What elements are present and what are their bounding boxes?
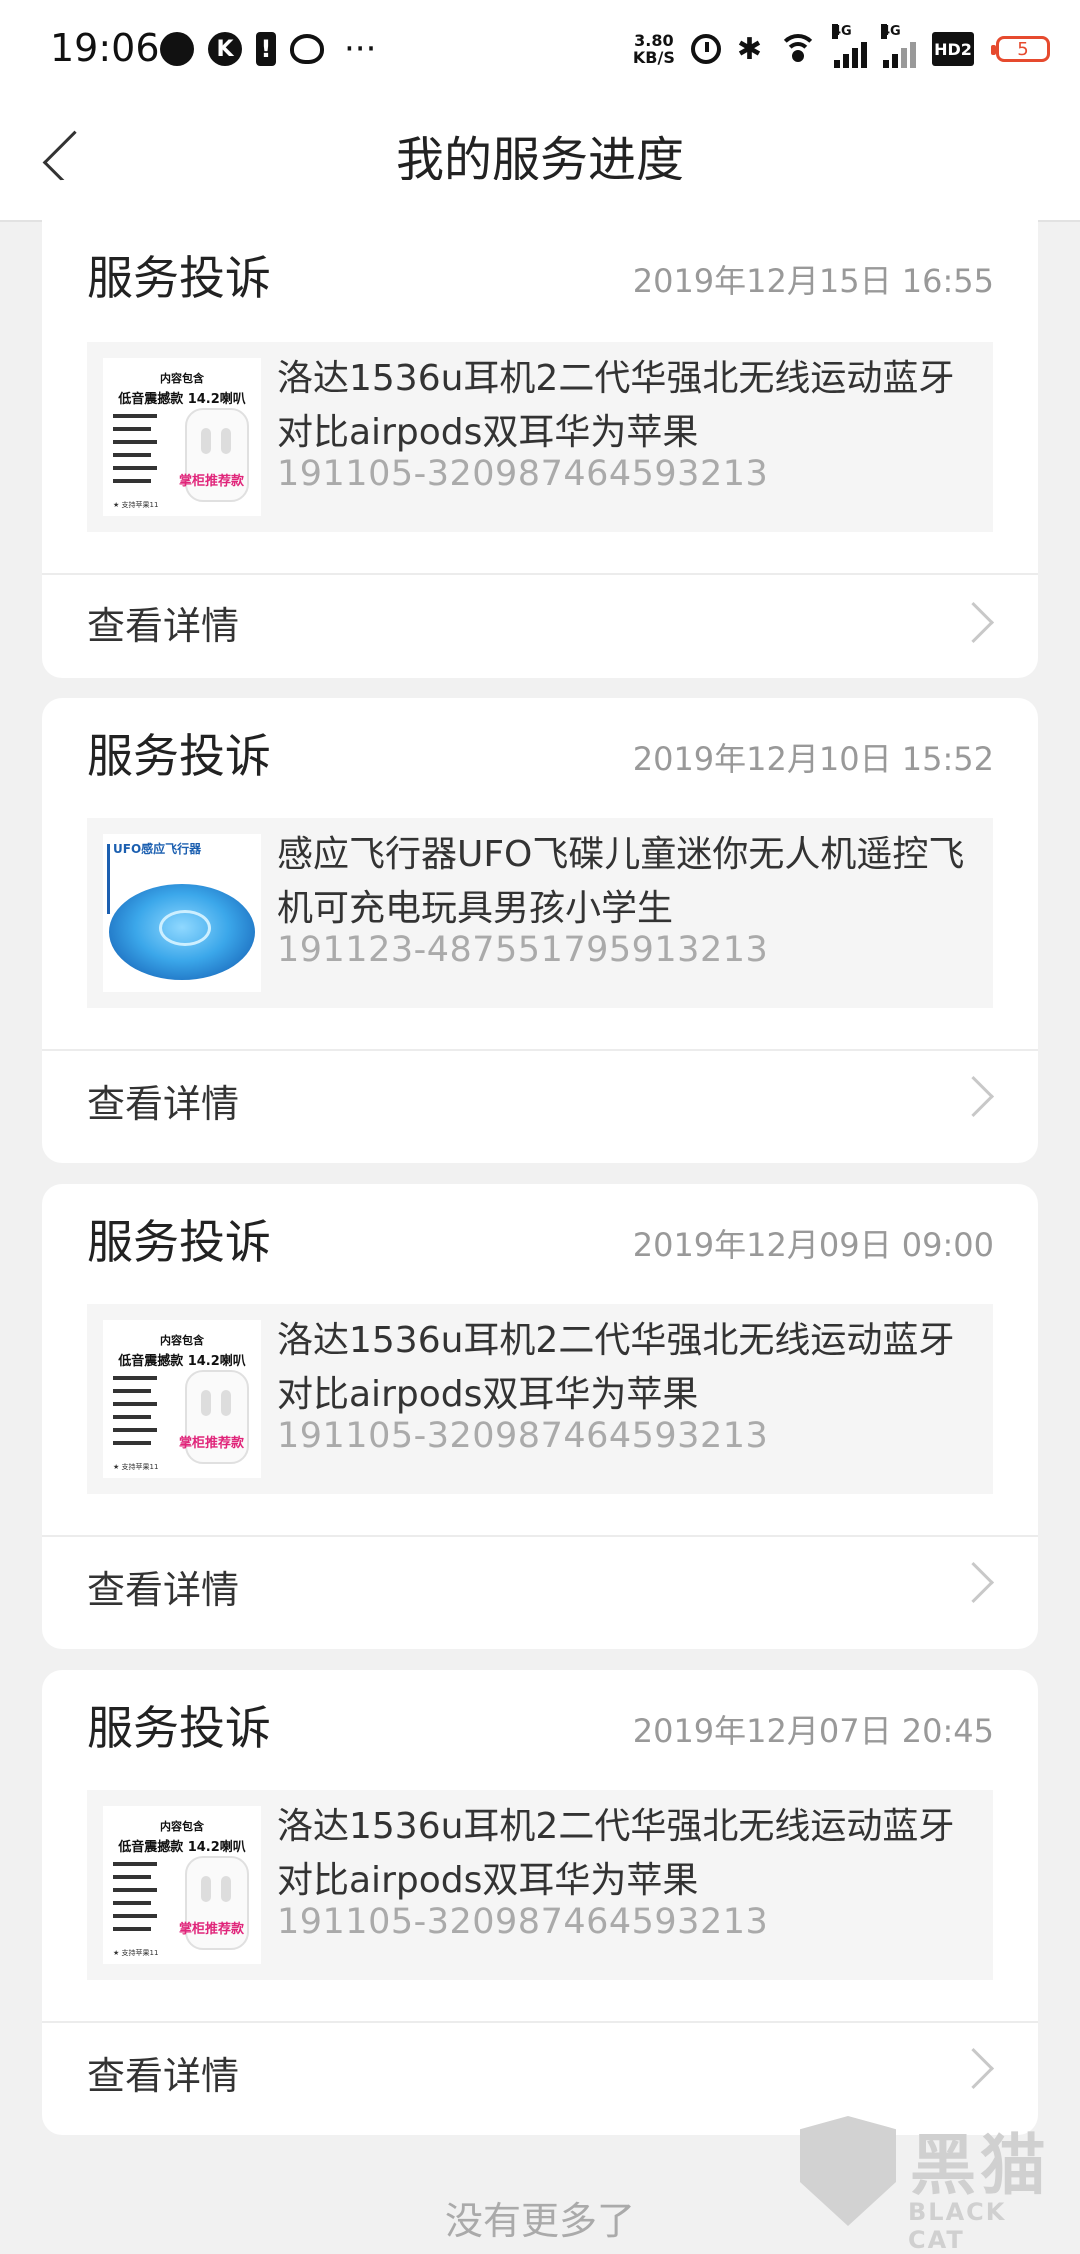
k-app-icon: K xyxy=(208,32,242,66)
view-details-link[interactable]: 查看详情 xyxy=(87,1056,239,1152)
product-name: 洛达1536u耳机2二代华强北无线运动蓝牙对比airpods双耳华为苹果 xyxy=(277,1806,955,1901)
order-number: 191105-320987464593213 xyxy=(277,454,769,494)
alarm-icon xyxy=(690,34,721,64)
service-date: 2019年12月07日 20:45 xyxy=(632,1712,994,1750)
service-date: 2019年12月10日 15:52 xyxy=(632,740,994,778)
status-bar: 19:06 K ! ··· 3.80 KB/S ✱ 4G 4G HD2 5 xyxy=(0,0,1080,100)
product-thumbnail: UFO感应飞行器 xyxy=(103,834,261,992)
alert-icon: ! xyxy=(256,32,276,66)
service-type: 服务投诉 xyxy=(87,251,271,305)
earphone-image: 内容包含 低音震撼款 14.2喇叭 掌柜推荐款 ★ 支持苹果11 xyxy=(103,1320,261,1478)
battery-icon: 5 xyxy=(991,36,1050,62)
bluetooth-icon: ✱ xyxy=(736,31,762,67)
more-notifications-icon: ··· xyxy=(344,29,377,69)
product-row[interactable]: 内容包含 低音震撼款 14.2喇叭 掌柜推荐款 ★ 支持苹果11 洛达1536u… xyxy=(87,1304,993,1494)
network-speed: 3.80 KB/S xyxy=(632,31,675,67)
service-date: 2019年12月15日 16:55 xyxy=(632,262,994,300)
service-date: 2019年12月09日 09:00 xyxy=(632,1226,994,1264)
divider xyxy=(42,1049,1038,1051)
service-card: 服务投诉 2019年12月10日 15:52 UFO感应飞行器 感应飞行器UFO… xyxy=(42,698,1038,1163)
service-type: 服务投诉 xyxy=(87,1215,271,1269)
order-number: 191105-320987464593213 xyxy=(277,1416,769,1456)
signal-icon: 4G xyxy=(881,24,916,68)
product-name: 洛达1536u耳机2二代华强北无线运动蓝牙对比airpods双耳华为苹果 xyxy=(277,358,955,453)
order-number: 191105-320987464593213 xyxy=(277,1902,769,1942)
battery-level: 5 xyxy=(1017,38,1029,60)
service-type: 服务投诉 xyxy=(87,729,271,783)
notification-icons: K ! ··· xyxy=(160,32,376,66)
product-thumbnail: 内容包含 低音震撼款 14.2喇叭 掌柜推荐款 ★ 支持苹果11 xyxy=(103,1806,261,1964)
chevron-right-icon[interactable] xyxy=(952,601,995,644)
signal-icon: 4G xyxy=(832,24,867,68)
product-row[interactable]: 内容包含 低音震撼款 14.2喇叭 掌柜推荐款 ★ 支持苹果11 洛达1536u… xyxy=(87,342,993,532)
chevron-right-icon[interactable] xyxy=(952,1075,995,1118)
earphone-image: 内容包含 低音震撼款 14.2喇叭 掌柜推荐款 ★ 支持苹果11 xyxy=(103,358,261,516)
chevron-right-icon[interactable] xyxy=(952,1561,995,1604)
product-row[interactable]: UFO感应飞行器 感应飞行器UFO飞碟儿童迷你无人机遥控飞机可充电玩具男孩小学生… xyxy=(87,818,993,1008)
product-row[interactable]: 内容包含 低音震撼款 14.2喇叭 掌柜推荐款 ★ 支持苹果11 洛达1536u… xyxy=(87,1790,993,1980)
service-card: 服务投诉 2019年12月15日 16:55 内容包含 低音震撼款 14.2喇叭… xyxy=(42,180,1038,678)
watermark-logo: 黑猫 BLACK CAT xyxy=(800,2110,1070,2254)
ufo-image: UFO感应飞行器 xyxy=(103,834,261,992)
divider xyxy=(42,573,1038,575)
order-number: 191123-487551795913213 xyxy=(277,930,769,970)
service-card: 服务投诉 2019年12月07日 20:45 内容包含 低音震撼款 14.2喇叭… xyxy=(42,1670,1038,2135)
earphone-image: 内容包含 低音震撼款 14.2喇叭 掌柜推荐款 ★ 支持苹果11 xyxy=(103,1806,261,1964)
watermark-text: 黑猫 xyxy=(910,2127,1050,2204)
weibo-icon xyxy=(290,34,324,64)
divider xyxy=(42,2021,1038,2023)
service-type: 服务投诉 xyxy=(87,1701,271,1755)
view-details-link[interactable]: 查看详情 xyxy=(87,1542,239,1638)
status-time: 19:06 xyxy=(50,26,160,70)
wifi-icon xyxy=(778,34,818,64)
hd-icon: HD2 xyxy=(932,32,974,66)
product-thumbnail: 内容包含 低音震撼款 14.2喇叭 掌柜推荐款 ★ 支持苹果11 xyxy=(103,358,261,516)
cat-shield-icon xyxy=(800,2116,896,2226)
product-name: 感应飞行器UFO飞碟儿童迷你无人机遥控飞机可充电玩具男孩小学生 xyxy=(277,834,965,929)
product-thumbnail: 内容包含 低音震撼款 14.2喇叭 掌柜推荐款 ★ 支持苹果11 xyxy=(103,1320,261,1478)
system-icons: 3.80 KB/S ✱ 4G 4G HD2 5 xyxy=(632,24,1050,68)
chevron-right-icon[interactable] xyxy=(952,2047,995,2090)
watermark-subtext: BLACK CAT xyxy=(908,2198,1007,2254)
chat-icon xyxy=(160,32,194,66)
divider xyxy=(42,1535,1038,1537)
view-details-link[interactable]: 查看详情 xyxy=(87,578,239,674)
service-card: 服务投诉 2019年12月09日 09:00 内容包含 低音震撼款 14.2喇叭… xyxy=(42,1184,1038,1649)
view-details-link[interactable]: 查看详情 xyxy=(87,2028,239,2124)
product-name: 洛达1536u耳机2二代华强北无线运动蓝牙对比airpods双耳华为苹果 xyxy=(277,1320,955,1415)
